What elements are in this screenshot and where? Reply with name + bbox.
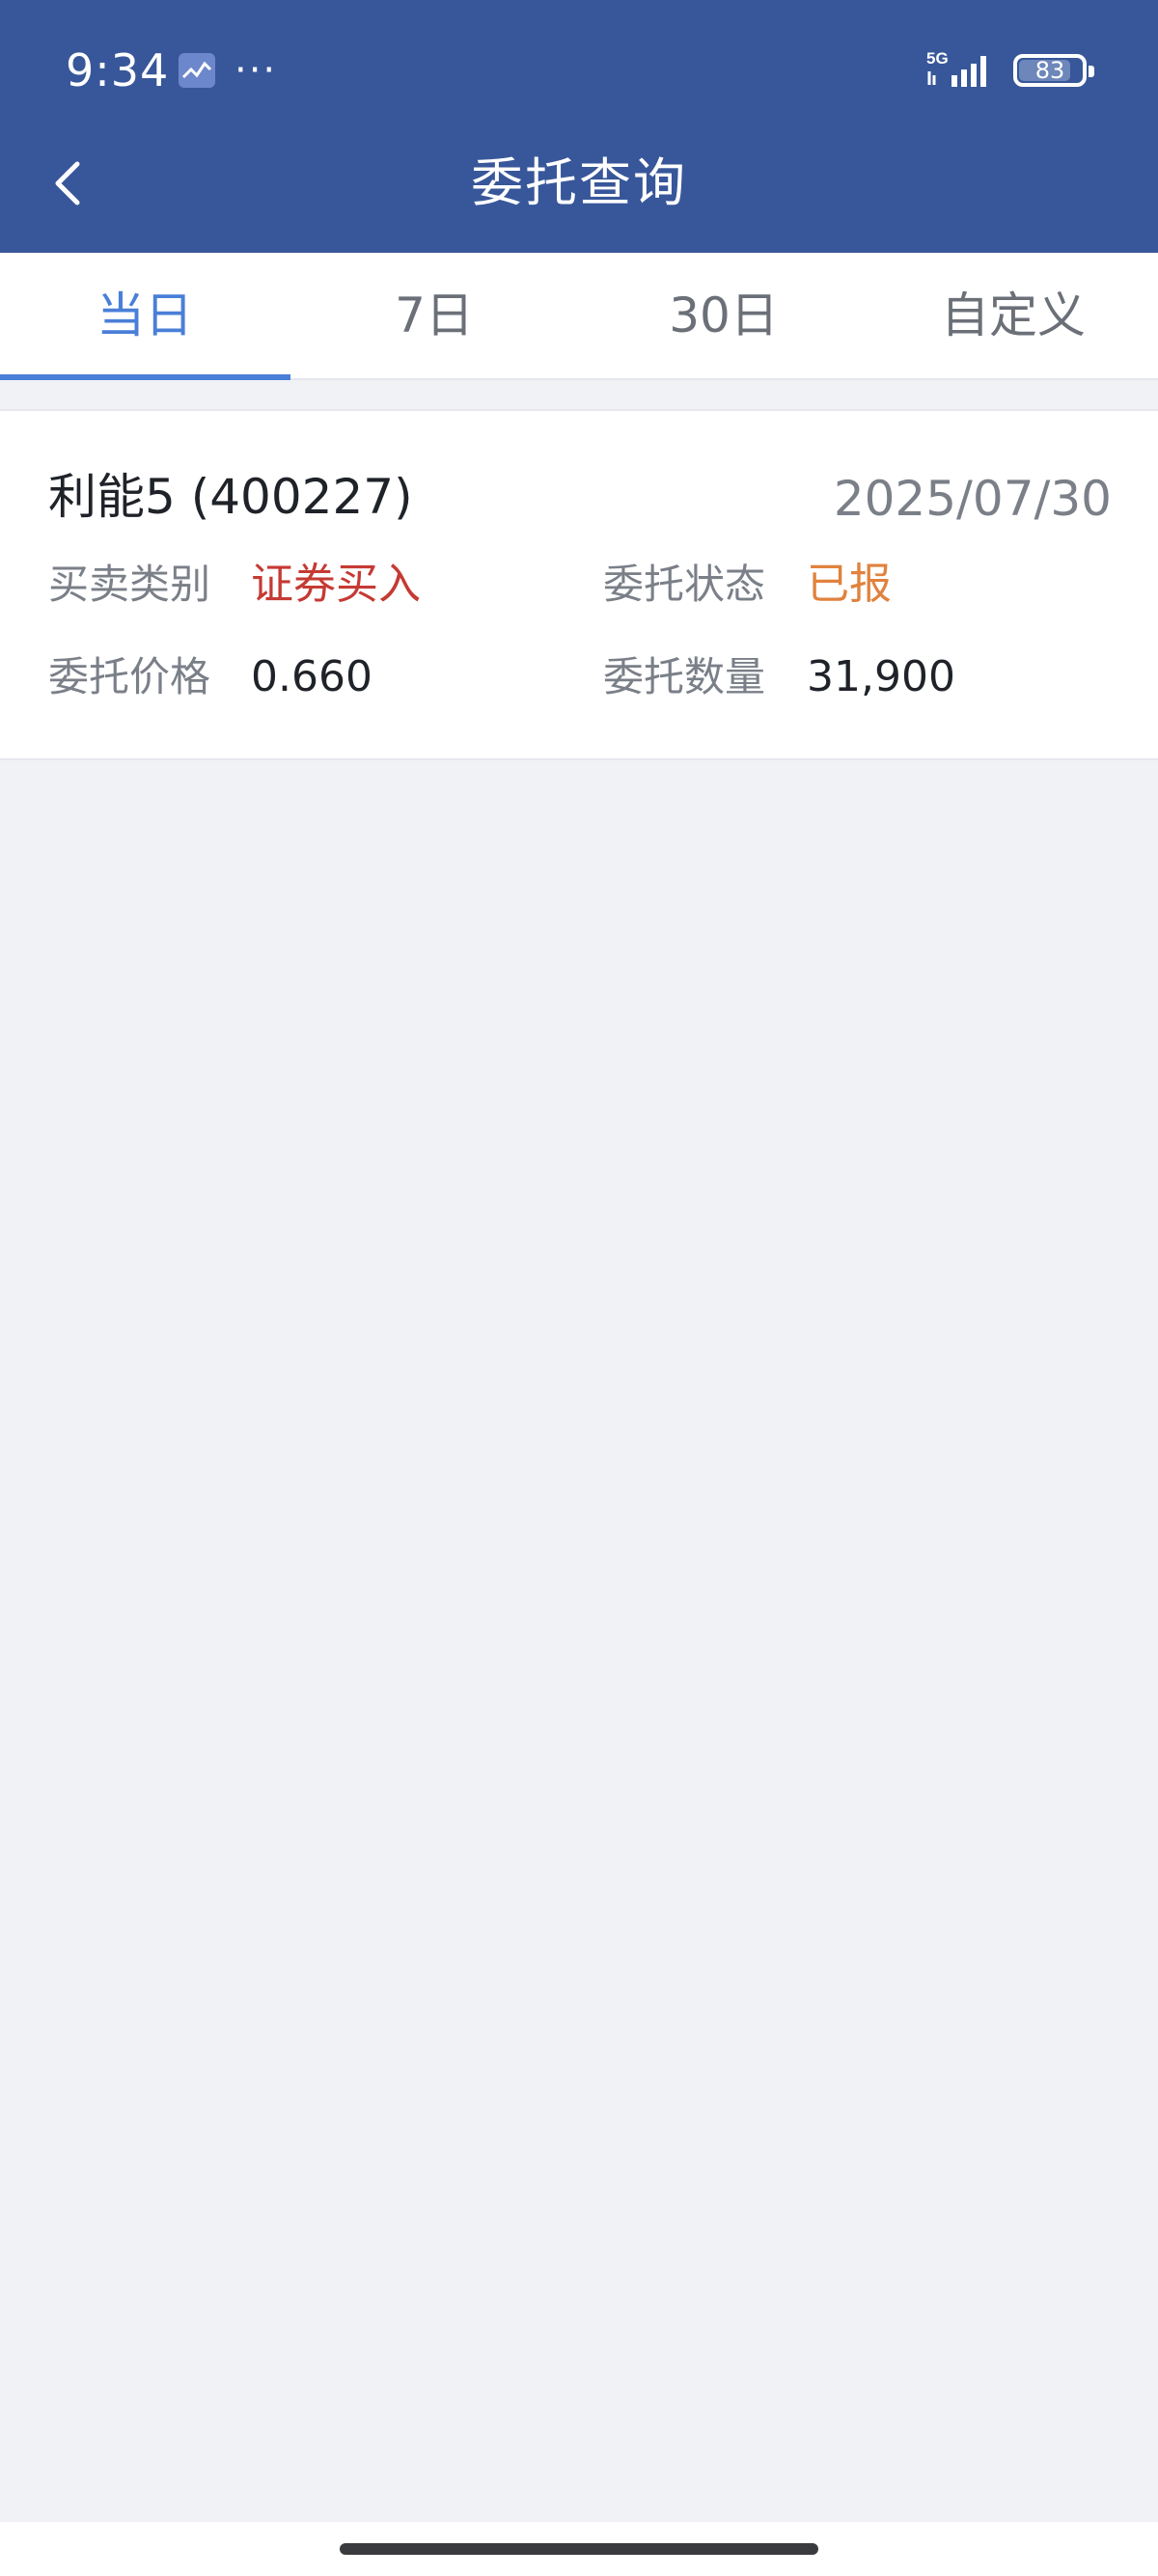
side-label: 买卖类别 xyxy=(48,561,211,608)
header-bar: 9:34 ··· 5G 83 委托查询 xyxy=(0,0,1158,253)
side-value: 证券买入 xyxy=(251,560,421,609)
price-label: 委托价格 xyxy=(48,653,211,700)
battery-percent: 83 xyxy=(1034,57,1065,84)
active-tab-indicator xyxy=(0,374,290,380)
more-notifications-icon: ··· xyxy=(234,48,278,93)
signal-icon: 5G xyxy=(926,48,996,89)
app-notification-icon xyxy=(178,52,216,89)
order-date: 2025/07/30 xyxy=(833,471,1112,527)
status-bar: 9:34 ··· 5G 83 xyxy=(0,0,1158,135)
home-indicator[interactable] xyxy=(340,2543,818,2555)
order-card[interactable]: 利能5 (400227) 2025/07/30 买卖类别 证券买入 委托状态 已… xyxy=(0,409,1158,760)
status-value: 已报 xyxy=(807,560,892,609)
tab-30-days[interactable]: 30日 xyxy=(579,253,868,378)
price-value: 0.660 xyxy=(251,652,372,701)
status-label: 委托状态 xyxy=(603,561,766,608)
tab-7-days[interactable]: 7日 xyxy=(290,253,579,378)
tab-today[interactable]: 当日 xyxy=(0,253,290,378)
date-range-tabs: 当日 7日 30日 自定义 xyxy=(0,253,1158,380)
page-title: 委托查询 xyxy=(471,152,687,213)
status-time: 9:34 xyxy=(66,44,170,96)
svg-text:5G: 5G xyxy=(926,49,949,68)
quantity-value: 31,900 xyxy=(807,652,955,701)
battery-cap xyxy=(1089,66,1094,77)
quantity-label: 委托数量 xyxy=(603,653,766,700)
battery-icon: 83 xyxy=(1013,54,1094,87)
tab-custom[interactable]: 自定义 xyxy=(868,253,1158,378)
stock-name: 利能5 (400227) xyxy=(48,469,413,525)
